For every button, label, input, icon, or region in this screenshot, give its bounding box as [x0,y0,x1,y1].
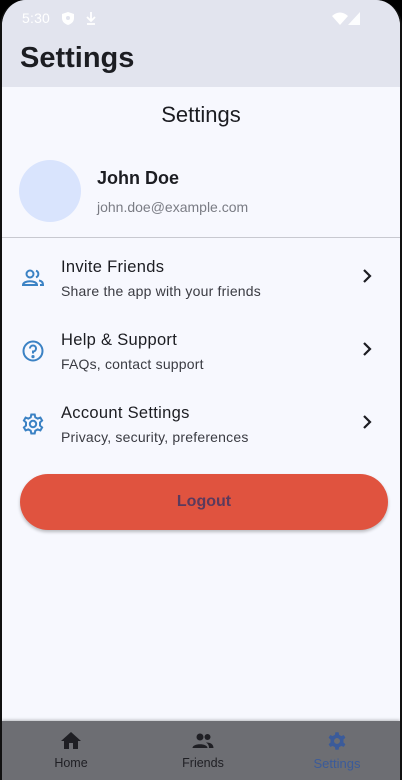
signal-icon [348,12,360,28]
download-icon [86,12,96,28]
chevron-right-icon [357,339,377,359]
menu-item-subtitle: Share the app with your friends [61,283,261,299]
status-time: 5:30 [22,10,51,26]
menu-item-title: Help & Support [61,331,178,349]
menu-item-invite-friends[interactable]: Invite Friends Share the app with your f… [2,250,400,320]
help-circle-icon [20,338,46,364]
nav-label: Friends [182,756,224,770]
app-header: 5:30 Settings [2,0,400,87]
wifi-icon [332,12,348,28]
menu-item-title: Invite Friends [61,258,165,276]
nav-label: Settings [313,756,361,771]
logout-button[interactable]: Logout [20,474,388,530]
chevron-right-icon [357,412,377,432]
menu-item-help-support[interactable]: Help & Support FAQs, contact support [2,323,400,393]
gear-icon [325,729,349,753]
status-bar: 5:30 [2,8,400,28]
menu-item-subtitle: FAQs, contact support [61,356,204,372]
profile-email: john.doe@example.com [97,199,249,215]
profile-name: John Doe [97,168,180,188]
page-title: Settings [161,102,241,127]
nav-item-home[interactable]: Home [4,721,138,780]
menu-item-account-settings[interactable]: Account Settings Privacy, security, pref… [2,396,400,466]
gear-outline-icon [20,411,46,437]
chevron-right-icon [357,266,377,286]
home-icon [59,729,83,753]
menu-item-title: Account Settings [61,404,190,422]
app-bar-title: Settings [20,42,135,74]
nav-item-friends[interactable]: Friends [136,721,270,780]
nav-label: Home [54,756,88,770]
nav-item-settings[interactable]: Settings [270,721,400,780]
menu-item-subtitle: Privacy, security, preferences [61,429,249,445]
avatar[interactable] [19,160,81,222]
shield-icon [62,12,74,28]
phone-screen: 5:30 Settings Settings John Doe john.doe… [0,0,402,780]
profile-card[interactable]: John Doe john.doe@example.com [2,158,400,224]
bottom-navigation: Home Friends Settings [2,721,400,780]
divider [2,237,400,238]
people-icon [191,729,215,753]
people-outline-icon [20,265,46,291]
